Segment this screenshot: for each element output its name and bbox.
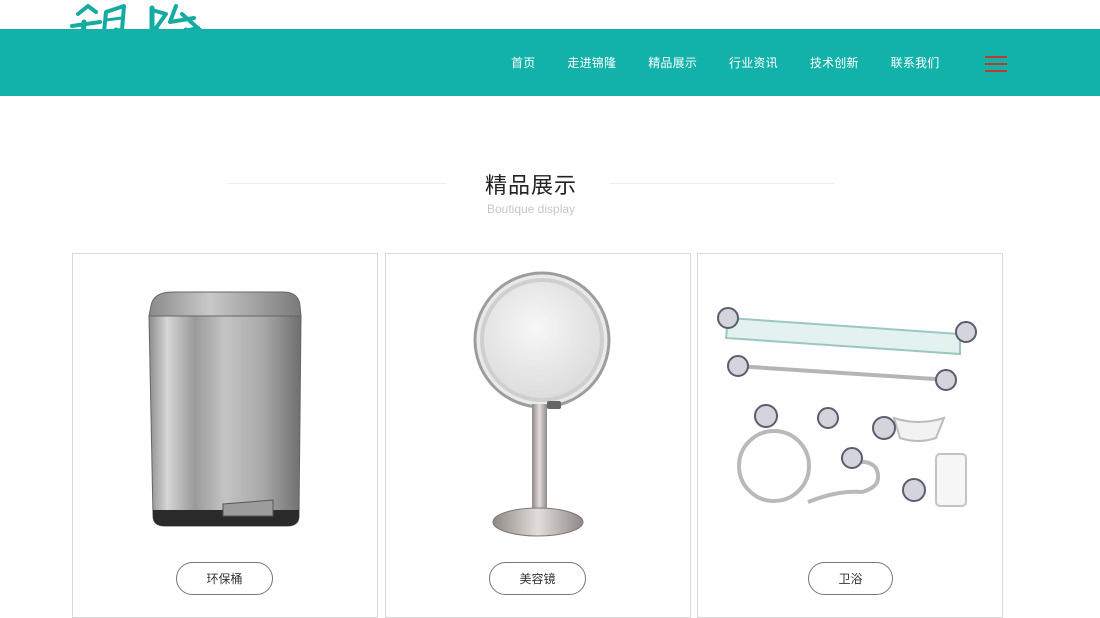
main-nav: 首页 走进锦隆 精品展示 行业资讯 技术创新 联系我们: [511, 29, 971, 96]
product-button-bathroom[interactable]: 卫浴: [808, 562, 893, 595]
hamburger-icon[interactable]: [985, 56, 1007, 72]
nav-item-home[interactable]: 首页: [511, 54, 535, 71]
bathroom-accessories-image[interactable]: [698, 254, 1002, 544]
nav-item-innovation[interactable]: 技术创新: [810, 54, 859, 71]
trash-can-image[interactable]: [73, 254, 377, 544]
nav-item-contact[interactable]: 联系我们: [891, 54, 940, 71]
nav-item-products[interactable]: 精品展示: [648, 54, 697, 71]
nav-item-about[interactable]: 走进锦隆: [567, 54, 616, 71]
product-card[interactable]: 美容镜: [385, 253, 691, 618]
nav-item-news[interactable]: 行业资讯: [729, 54, 778, 71]
section-header: 精品展示 Boutique display: [228, 166, 834, 216]
section-title: 精品展示: [484, 174, 577, 199]
section-subtitle: Boutique display: [486, 202, 576, 216]
product-card[interactable]: 卫浴: [697, 253, 1003, 618]
product-button-trash-can[interactable]: 环保桶: [176, 562, 273, 595]
vanity-mirror-image[interactable]: [386, 254, 690, 544]
product-button-vanity-mirror[interactable]: 美容镜: [489, 562, 586, 595]
product-card[interactable]: 环保桶: [72, 253, 378, 618]
